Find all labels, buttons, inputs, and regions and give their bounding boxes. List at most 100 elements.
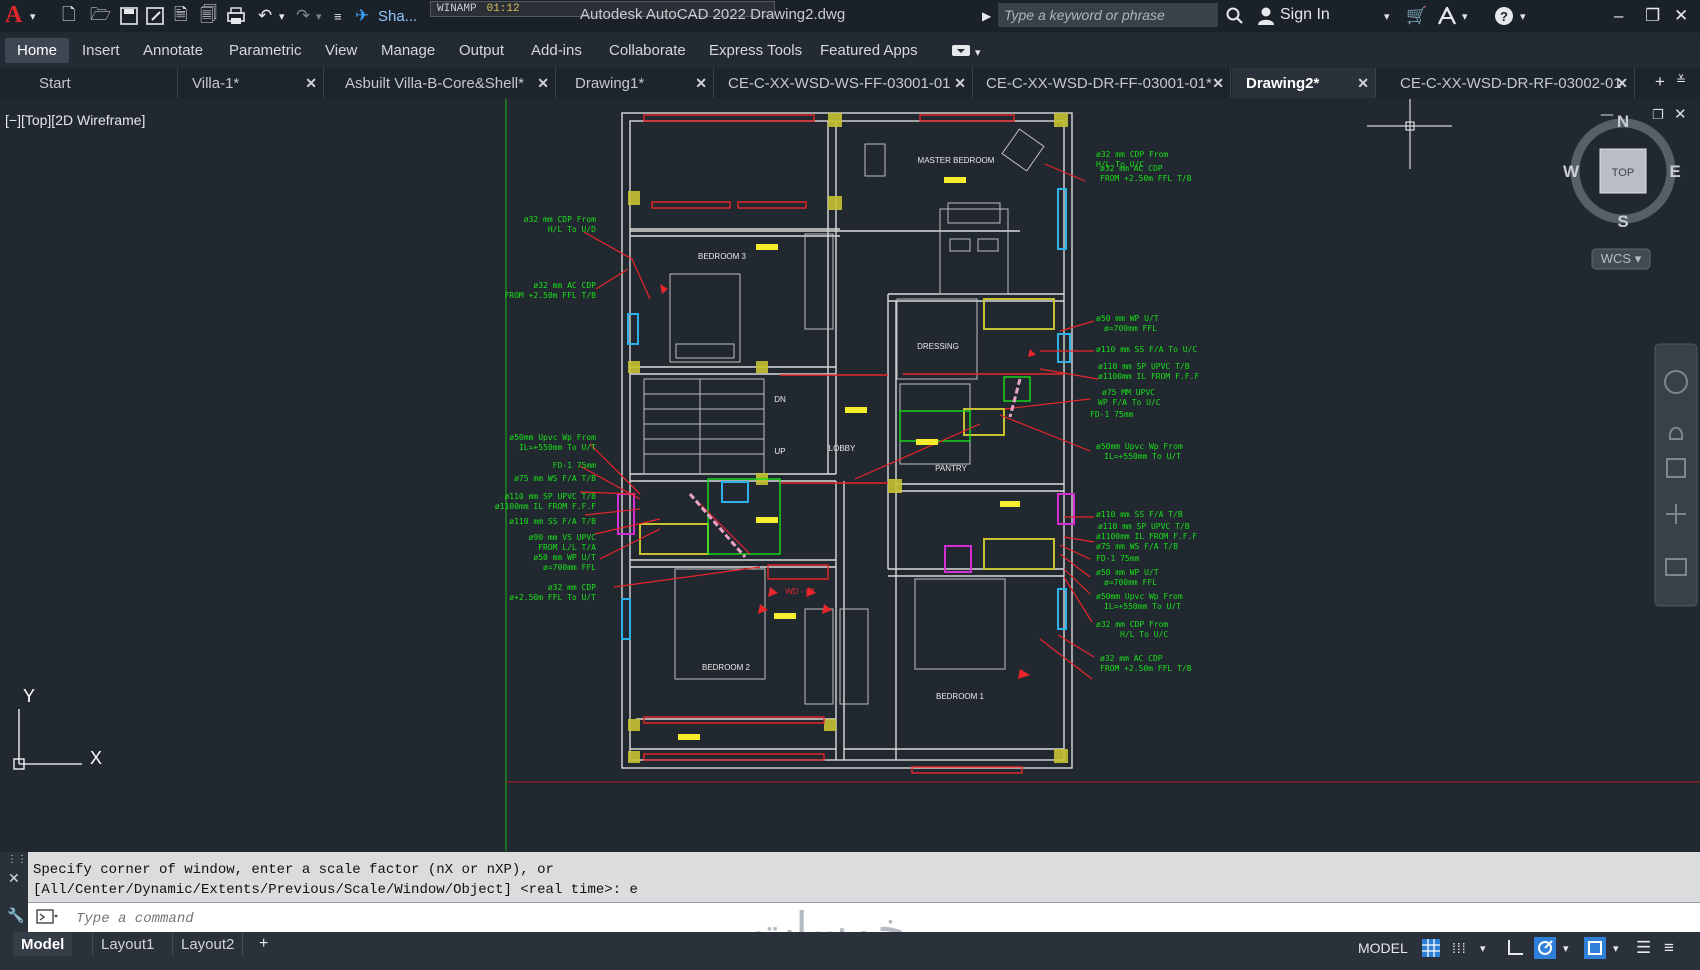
ribbon-tab-output[interactable]: Output — [459, 42, 504, 59]
navigation-bar[interactable] — [1654, 343, 1698, 607]
ribbon-tab-home[interactable]: Home — [5, 38, 70, 63]
redo-icon[interactable]: ↷ — [296, 5, 310, 27]
customize-command-area[interactable]: 🔧 — [0, 902, 28, 933]
grid-display-icon[interactable] — [1422, 936, 1440, 960]
drawing-viewport[interactable]: [−][Top][2D Wireframe] MASTER BEDROOM BE… — [0, 99, 1700, 851]
save-icon[interactable] — [120, 5, 138, 27]
ribbon-tab-express-tools[interactable]: Express Tools — [709, 42, 802, 59]
tab-asbuilt-villa[interactable]: Asbuilt Villa-B-Core&Shell* ✕ — [325, 68, 556, 98]
command-history-line: [All/Center/Dynamic/Extents/Previous/Sca… — [33, 882, 638, 898]
ribbon-tab-annotate[interactable]: Annotate — [143, 42, 203, 59]
command-grip[interactable]: ⋮⋮ ✕ — [0, 852, 28, 902]
room-label-bedroom-1: BEDROOM 1 — [936, 692, 985, 701]
add-layout-plus-icon[interactable]: + — [259, 932, 268, 956]
tab-close-icon[interactable]: ✕ — [537, 75, 549, 92]
model-space-button[interactable]: MODEL — [1358, 936, 1408, 960]
autodesk-a360-icon[interactable] — [1437, 5, 1457, 27]
ribbon-state-icon[interactable] — [952, 40, 970, 62]
viewcube[interactable]: TOP N S E W — [1563, 112, 1681, 231]
customization-menu-icon[interactable]: ≡ — [1664, 936, 1674, 960]
tab-close-icon[interactable]: ✕ — [305, 75, 317, 92]
ribbon-tab-view[interactable]: View — [325, 42, 357, 59]
new-file-icon[interactable]: 🗋 — [62, 5, 76, 27]
tab-model[interactable]: Model — [13, 932, 73, 956]
command-prompt-icon[interactable] — [36, 909, 58, 930]
customize-toolbar-icon[interactable]: ≡ — [334, 5, 342, 27]
viewport-restore-icon[interactable]: ❐ — [1652, 108, 1664, 123]
tab-overflow-icon[interactable]: ≚ — [1676, 69, 1686, 91]
ribbon-tab-parametric[interactable]: Parametric — [229, 42, 302, 59]
tab-drawing2[interactable]: Drawing2* ✕ — [1232, 68, 1376, 98]
snap-mode-icon[interactable]: ⁞⁞⁞ — [1452, 936, 1467, 960]
ribbon-tab-featured-apps[interactable]: Featured Apps — [820, 42, 918, 59]
polar-tracking-icon[interactable] — [1534, 936, 1556, 960]
command-input[interactable] — [74, 907, 978, 931]
tab-close-icon[interactable]: ✕ — [1212, 75, 1224, 92]
tab-layout2[interactable]: Layout2 — [172, 932, 244, 956]
tab-layout1[interactable]: Layout1 — [92, 932, 162, 956]
wrench-icon[interactable]: 🔧 — [7, 907, 24, 924]
tab-label: Asbuilt Villa-B-Core&Shell* — [345, 74, 524, 92]
save-as-icon[interactable] — [146, 5, 164, 27]
sign-in-dropdown-icon[interactable]: ▾ — [1384, 5, 1390, 27]
search-input[interactable] — [998, 3, 1218, 27]
minimize-icon[interactable]: ‒ — [1614, 5, 1623, 27]
sign-in-link[interactable]: Sign In — [1280, 6, 1330, 24]
tab-ce-ws-ff[interactable]: CE-C-XX-WSD-WS-FF-03001-01 ✕ — [715, 68, 973, 98]
cart-icon[interactable]: 🛒 — [1406, 5, 1427, 27]
undo-icon[interactable]: ↶ — [258, 5, 272, 27]
tab-drawing1[interactable]: Drawing1* ✕ — [557, 68, 714, 98]
ribbon-tab-collaborate[interactable]: Collaborate — [609, 42, 686, 59]
share-label[interactable]: Sha... — [378, 5, 417, 27]
search-icon[interactable] — [1226, 5, 1244, 27]
note-right: FD-1 75mm — [1096, 554, 1140, 563]
tab-label: CE-C-XX-WSD-DR-FF-03001-01* — [986, 74, 1212, 92]
close-icon[interactable]: ✕ — [1674, 5, 1688, 27]
tab-close-icon[interactable]: ✕ — [1616, 75, 1628, 92]
new-tab-plus-icon[interactable]: + — [1655, 71, 1665, 93]
ribbon-tab-add-ins[interactable]: Add-ins — [531, 42, 582, 59]
autocad-logo[interactable]: A — [5, 2, 22, 29]
close-command-icon[interactable]: ✕ — [8, 870, 20, 887]
undo-dropdown-icon[interactable]: ▾ — [279, 5, 285, 27]
help-dropdown-icon[interactable]: ▾ — [1520, 5, 1526, 27]
user-icon[interactable] — [1256, 5, 1276, 27]
restore-window-icon[interactable]: ❐ — [1645, 5, 1660, 27]
ribbon-tab-manage[interactable]: Manage — [381, 42, 435, 59]
redo-dropdown-icon[interactable]: ▾ — [316, 5, 322, 27]
a360-dropdown-icon[interactable]: ▾ — [1462, 5, 1468, 27]
search-expand-icon[interactable]: ▶ — [982, 5, 991, 27]
note-left: ø110 mm SP UPVC T/B — [504, 492, 596, 501]
polar-dropdown-icon[interactable]: ▾ — [1563, 936, 1569, 960]
command-history-text: Specify corner of window, enter a scale … — [33, 860, 638, 900]
note-right: ø50mm Upvc Wp From — [1096, 592, 1183, 601]
app-menu-chevron-icon[interactable]: ▾ — [30, 5, 36, 27]
viewport-minimize-icon[interactable]: — — [1600, 107, 1614, 123]
help-icon[interactable]: ? — [1494, 5, 1514, 27]
tab-ce-dr-ff[interactable]: CE-C-XX-WSD-DR-FF-03001-01* ✕ — [974, 68, 1231, 98]
plot-printer-icon[interactable] — [226, 5, 246, 27]
tab-close-icon[interactable]: ✕ — [695, 75, 707, 92]
tab-start[interactable]: Start — [0, 68, 178, 98]
web-save-icon[interactable]: 🗐 — [200, 5, 217, 27]
lineweight-icon[interactable]: ☰ — [1636, 936, 1651, 960]
tab-villa-1[interactable]: Villa-1* ✕ — [179, 68, 324, 98]
ucs-icon — [13, 709, 82, 770]
open-folder-icon[interactable]: 🗁 — [90, 5, 111, 27]
viewport-close-icon[interactable]: ✕ — [1674, 105, 1687, 123]
viewcube-top-face[interactable]: TOP — [1612, 167, 1634, 179]
tab-close-icon[interactable]: ✕ — [1357, 75, 1369, 92]
tab-close-icon[interactable]: ✕ — [954, 75, 966, 92]
snap-dropdown-icon[interactable]: ▾ — [1480, 936, 1486, 960]
grip-dots-icon[interactable]: ⋮⋮ — [7, 854, 27, 865]
object-snap-icon[interactable] — [1584, 936, 1606, 960]
osnap-dropdown-icon[interactable]: ▾ — [1613, 936, 1619, 960]
ortho-mode-icon[interactable] — [1506, 936, 1524, 960]
tab-ce-dr-rf[interactable]: CE-C-XX-WSD-DR-RF-03002-01 ✕ — [1377, 68, 1635, 98]
status-bar: Model Layout1 Layout2 + MODEL ⁞⁞⁞ ▾ ▾ ▾ … — [0, 932, 1700, 970]
share-icon[interactable]: ✈ — [355, 5, 369, 27]
ribbon-tab-insert[interactable]: Insert — [82, 42, 120, 59]
ribbon-state-dropdown-icon[interactable]: ▾ — [975, 41, 981, 63]
compass-e: E — [1669, 162, 1680, 181]
web-open-icon[interactable]: 🗎 — [174, 5, 188, 27]
